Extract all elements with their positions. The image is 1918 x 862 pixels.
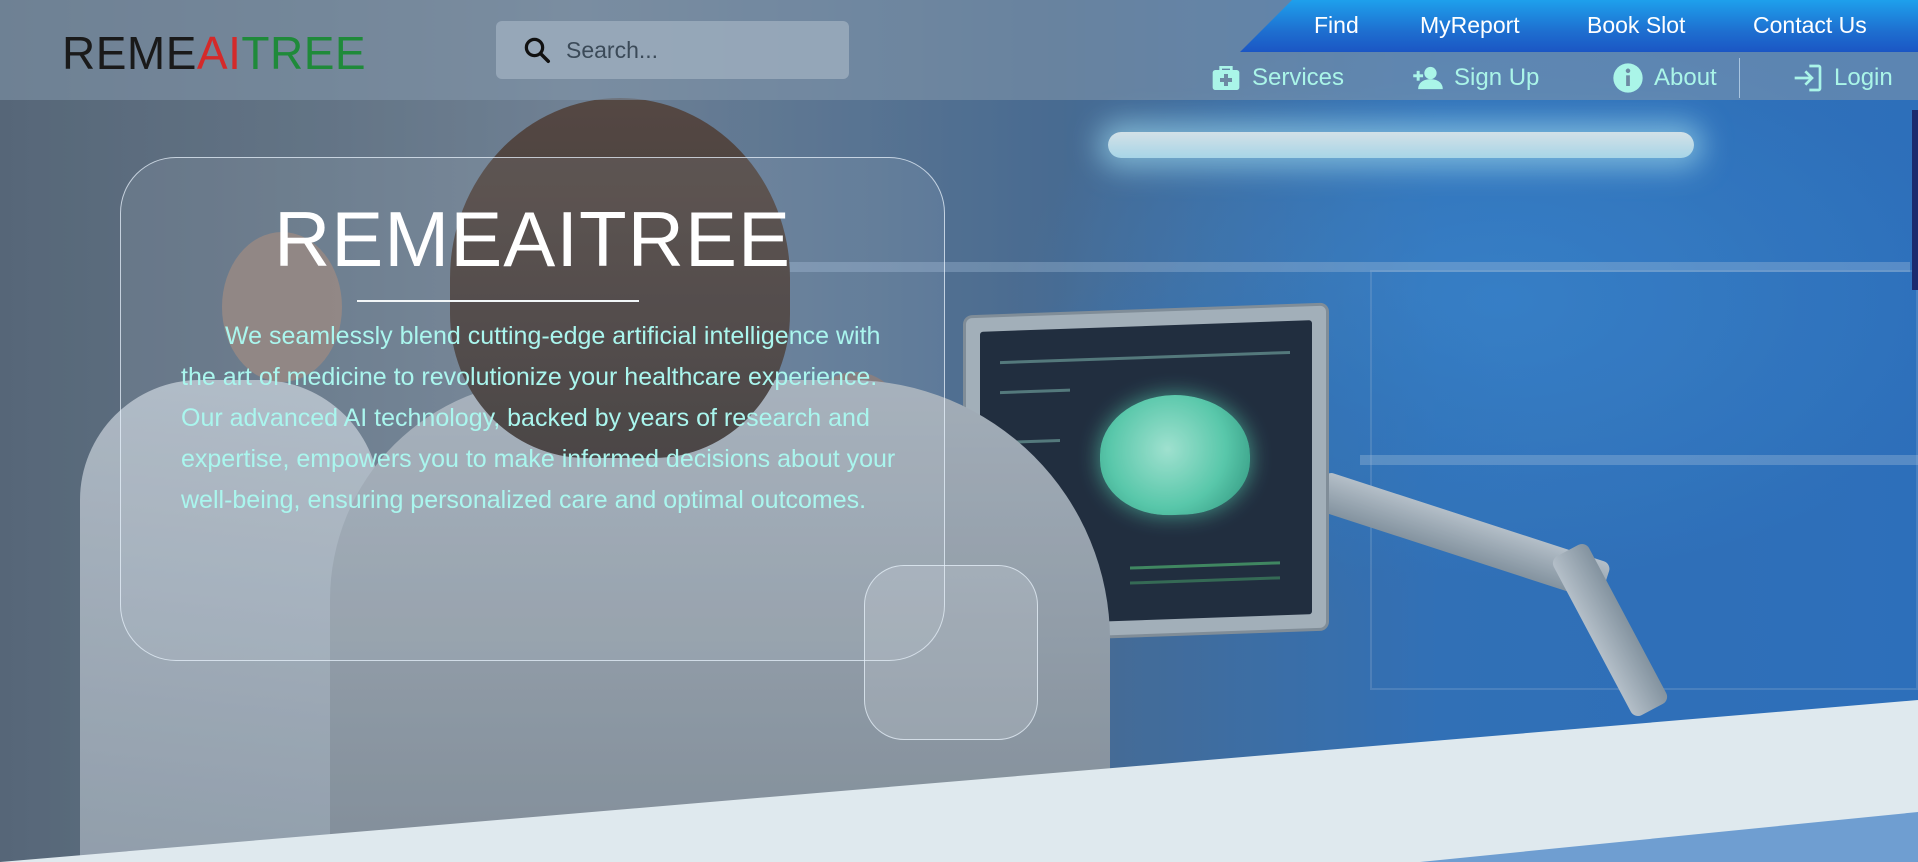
nav-label: Sign Up bbox=[1454, 64, 1540, 91]
nav-divider bbox=[1739, 58, 1740, 98]
nav-login-link[interactable]: Login bbox=[1792, 58, 1893, 98]
scrollbar[interactable] bbox=[1912, 110, 1918, 290]
add-user-icon bbox=[1413, 66, 1443, 90]
nav-contact-us-link[interactable]: Contact Us bbox=[1753, 12, 1867, 39]
search-input[interactable] bbox=[566, 36, 836, 64]
hero-card: REMEAITREE We seamlessly blend cutting-e… bbox=[120, 157, 945, 661]
top-nav: Find MyReport Book Slot Contact Us bbox=[1240, 0, 1918, 52]
site-logo[interactable]: REMEAITREE bbox=[62, 26, 366, 80]
nav-myreport-link[interactable]: MyReport bbox=[1420, 12, 1520, 39]
nav-find-link[interactable]: Find bbox=[1314, 12, 1359, 39]
info-icon bbox=[1613, 63, 1643, 93]
nav-book-slot-link[interactable]: Book Slot bbox=[1587, 12, 1685, 39]
decorative-glass-box bbox=[864, 565, 1038, 740]
nav-about-link[interactable]: About bbox=[1612, 58, 1717, 98]
logo-part: REME bbox=[62, 27, 197, 79]
nav-label: Services bbox=[1252, 64, 1345, 91]
title-divider bbox=[357, 300, 639, 302]
hero-title: REMEAITREE bbox=[273, 195, 792, 283]
login-icon bbox=[1794, 64, 1822, 92]
hero-description: We seamlessly blend cutting-edge artific… bbox=[181, 322, 896, 514]
search-box bbox=[496, 21, 849, 79]
nav-sign-up-link[interactable]: Sign Up bbox=[1412, 58, 1539, 98]
search-icon[interactable] bbox=[522, 35, 552, 65]
medical-kit-icon bbox=[1212, 66, 1240, 90]
nav-label: About bbox=[1654, 64, 1717, 91]
logo-part: TREE bbox=[241, 27, 367, 79]
nav-label: Login bbox=[1834, 64, 1893, 91]
nav-services-link[interactable]: Services bbox=[1210, 58, 1344, 98]
logo-part: AI bbox=[196, 27, 242, 79]
